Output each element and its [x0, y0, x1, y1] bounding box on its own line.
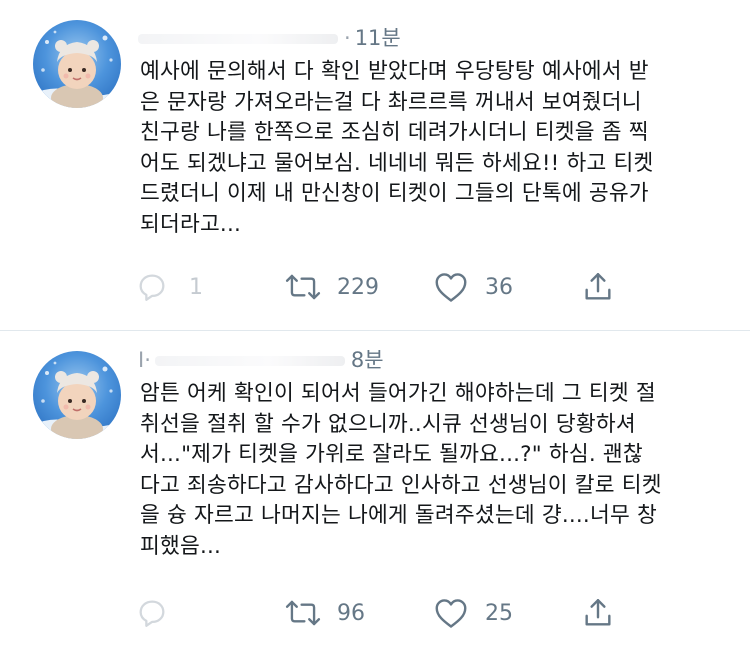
retweet-icon: [285, 596, 321, 630]
avatar[interactable]: [33, 20, 121, 108]
tweet-actions: 96 25: [135, 593, 635, 633]
tweet-2[interactable]: I· 8분 암튼 어케 확인이 되어서 들어가긴 해야하는데 그 티켓 절 취선을…: [0, 331, 750, 660]
tweet-1[interactable]: · 11분 예사에 문의해서 다 확인 받았다며 우당탕탕 예사에서 받 은 문자…: [0, 0, 750, 330]
like-count: 25: [485, 600, 513, 626]
reply-button[interactable]: [135, 593, 189, 633]
reply-bubble-icon: [135, 270, 169, 304]
tweet-timestamp[interactable]: 8분: [351, 348, 384, 372]
reply-button[interactable]: 1: [135, 267, 203, 307]
tweet-header: I· 8분: [138, 344, 384, 374]
reply-count: 1: [189, 274, 203, 300]
tweet-text: 암튼 어케 확인이 되어서 들어가긴 해야하는데 그 티켓 절 취선을 절취 할…: [140, 381, 662, 559]
blurred-username[interactable]: [138, 34, 338, 44]
retweet-icon: [285, 270, 321, 304]
name-mark: I·: [138, 348, 151, 372]
tweet-text: 예사에 문의해서 다 확인 받았다며 우당탕탕 예사에서 받 은 문자랑 가져오…: [140, 59, 654, 237]
like-button[interactable]: 25: [433, 593, 513, 633]
tweet-header: · 11분: [138, 22, 401, 52]
retweet-button[interactable]: 229: [285, 267, 379, 307]
like-count: 36: [485, 274, 513, 300]
reply-bubble-icon: [135, 596, 169, 630]
heart-icon: [433, 270, 469, 304]
retweet-button[interactable]: 96: [285, 593, 365, 633]
share-button[interactable]: [581, 593, 615, 633]
retweet-count: 96: [337, 600, 365, 626]
share-icon: [581, 596, 615, 630]
heart-icon: [433, 596, 469, 630]
like-button[interactable]: 36: [433, 267, 513, 307]
retweet-count: 229: [337, 274, 379, 300]
blurred-username[interactable]: [154, 356, 345, 366]
name-mark: ·: [344, 26, 351, 50]
tweet-timestamp[interactable]: 11분: [355, 26, 401, 50]
share-icon: [581, 270, 615, 304]
share-button[interactable]: [581, 267, 615, 307]
tweet-actions: 1 229 36: [135, 267, 635, 307]
avatar[interactable]: [33, 351, 121, 439]
